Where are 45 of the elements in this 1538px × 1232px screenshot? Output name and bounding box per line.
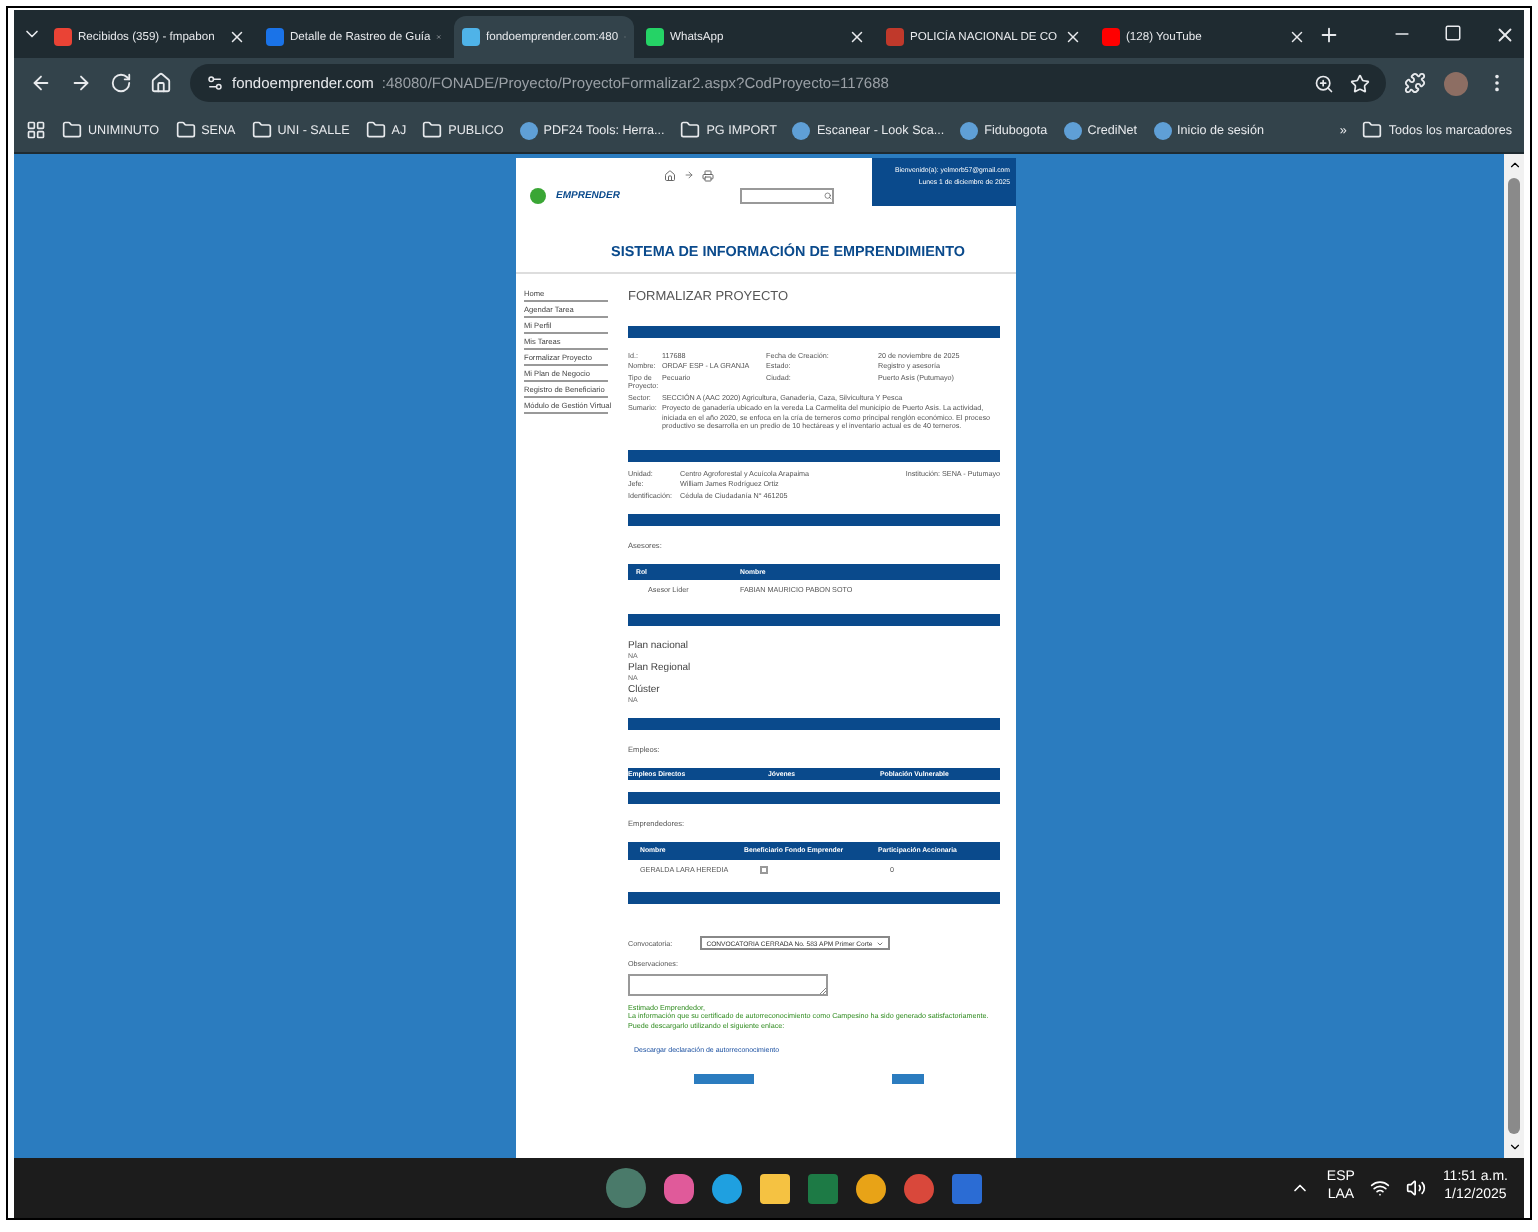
browser-icon[interactable] — [904, 1173, 934, 1203]
reload-icon[interactable] — [110, 72, 132, 94]
folder-icon — [422, 120, 443, 140]
apps-icon[interactable] — [26, 120, 46, 140]
folder-icon — [62, 120, 82, 140]
search-field[interactable] — [740, 188, 834, 204]
scroll-up-icon[interactable] — [1507, 158, 1521, 172]
forward-icon[interactable] — [70, 72, 92, 94]
site-icon — [960, 121, 979, 139]
app-icon[interactable] — [606, 1168, 646, 1208]
folder-icon — [175, 120, 196, 140]
folder-icon — [680, 120, 701, 140]
button[interactable] — [892, 1074, 924, 1085]
site-settings-icon[interactable] — [206, 74, 224, 92]
search-icon[interactable] — [824, 192, 832, 200]
print-icon[interactable] — [702, 170, 714, 182]
button[interactable] — [694, 1074, 754, 1085]
zoom-icon[interactable] — [1314, 73, 1334, 93]
scroll-down-icon[interactable] — [1507, 1140, 1521, 1154]
site-icon — [1153, 121, 1172, 139]
extensions-icon[interactable] — [1404, 72, 1426, 94]
checkbox[interactable] — [760, 866, 768, 875]
folder-icon — [365, 120, 386, 140]
folder-icon — [1362, 120, 1383, 140]
browser-icon[interactable] — [856, 1173, 886, 1203]
wifi-icon[interactable] — [1370, 1178, 1391, 1198]
site-icon — [792, 121, 811, 139]
app-icon[interactable] — [952, 1173, 982, 1203]
maximize-icon[interactable] — [1444, 23, 1462, 41]
bookmark-star-icon[interactable] — [1350, 73, 1370, 93]
back-icon[interactable] — [30, 72, 52, 94]
site-icon — [519, 121, 538, 139]
home-icon[interactable] — [664, 170, 676, 182]
site-icon — [1063, 121, 1082, 139]
app-icon[interactable] — [808, 1173, 838, 1203]
arrow-icon[interactable] — [684, 170, 694, 180]
app-icon[interactable] — [664, 1173, 694, 1203]
logo-icon — [528, 186, 548, 206]
folder-icon — [251, 120, 272, 140]
new-tab-icon[interactable] — [1318, 23, 1340, 45]
notes-field[interactable] — [628, 973, 828, 996]
volume-icon[interactable] — [1406, 1178, 1427, 1198]
resize-grip-icon — [820, 987, 826, 994]
folder-icon[interactable] — [760, 1173, 790, 1203]
app-icon[interactable] — [712, 1173, 742, 1203]
